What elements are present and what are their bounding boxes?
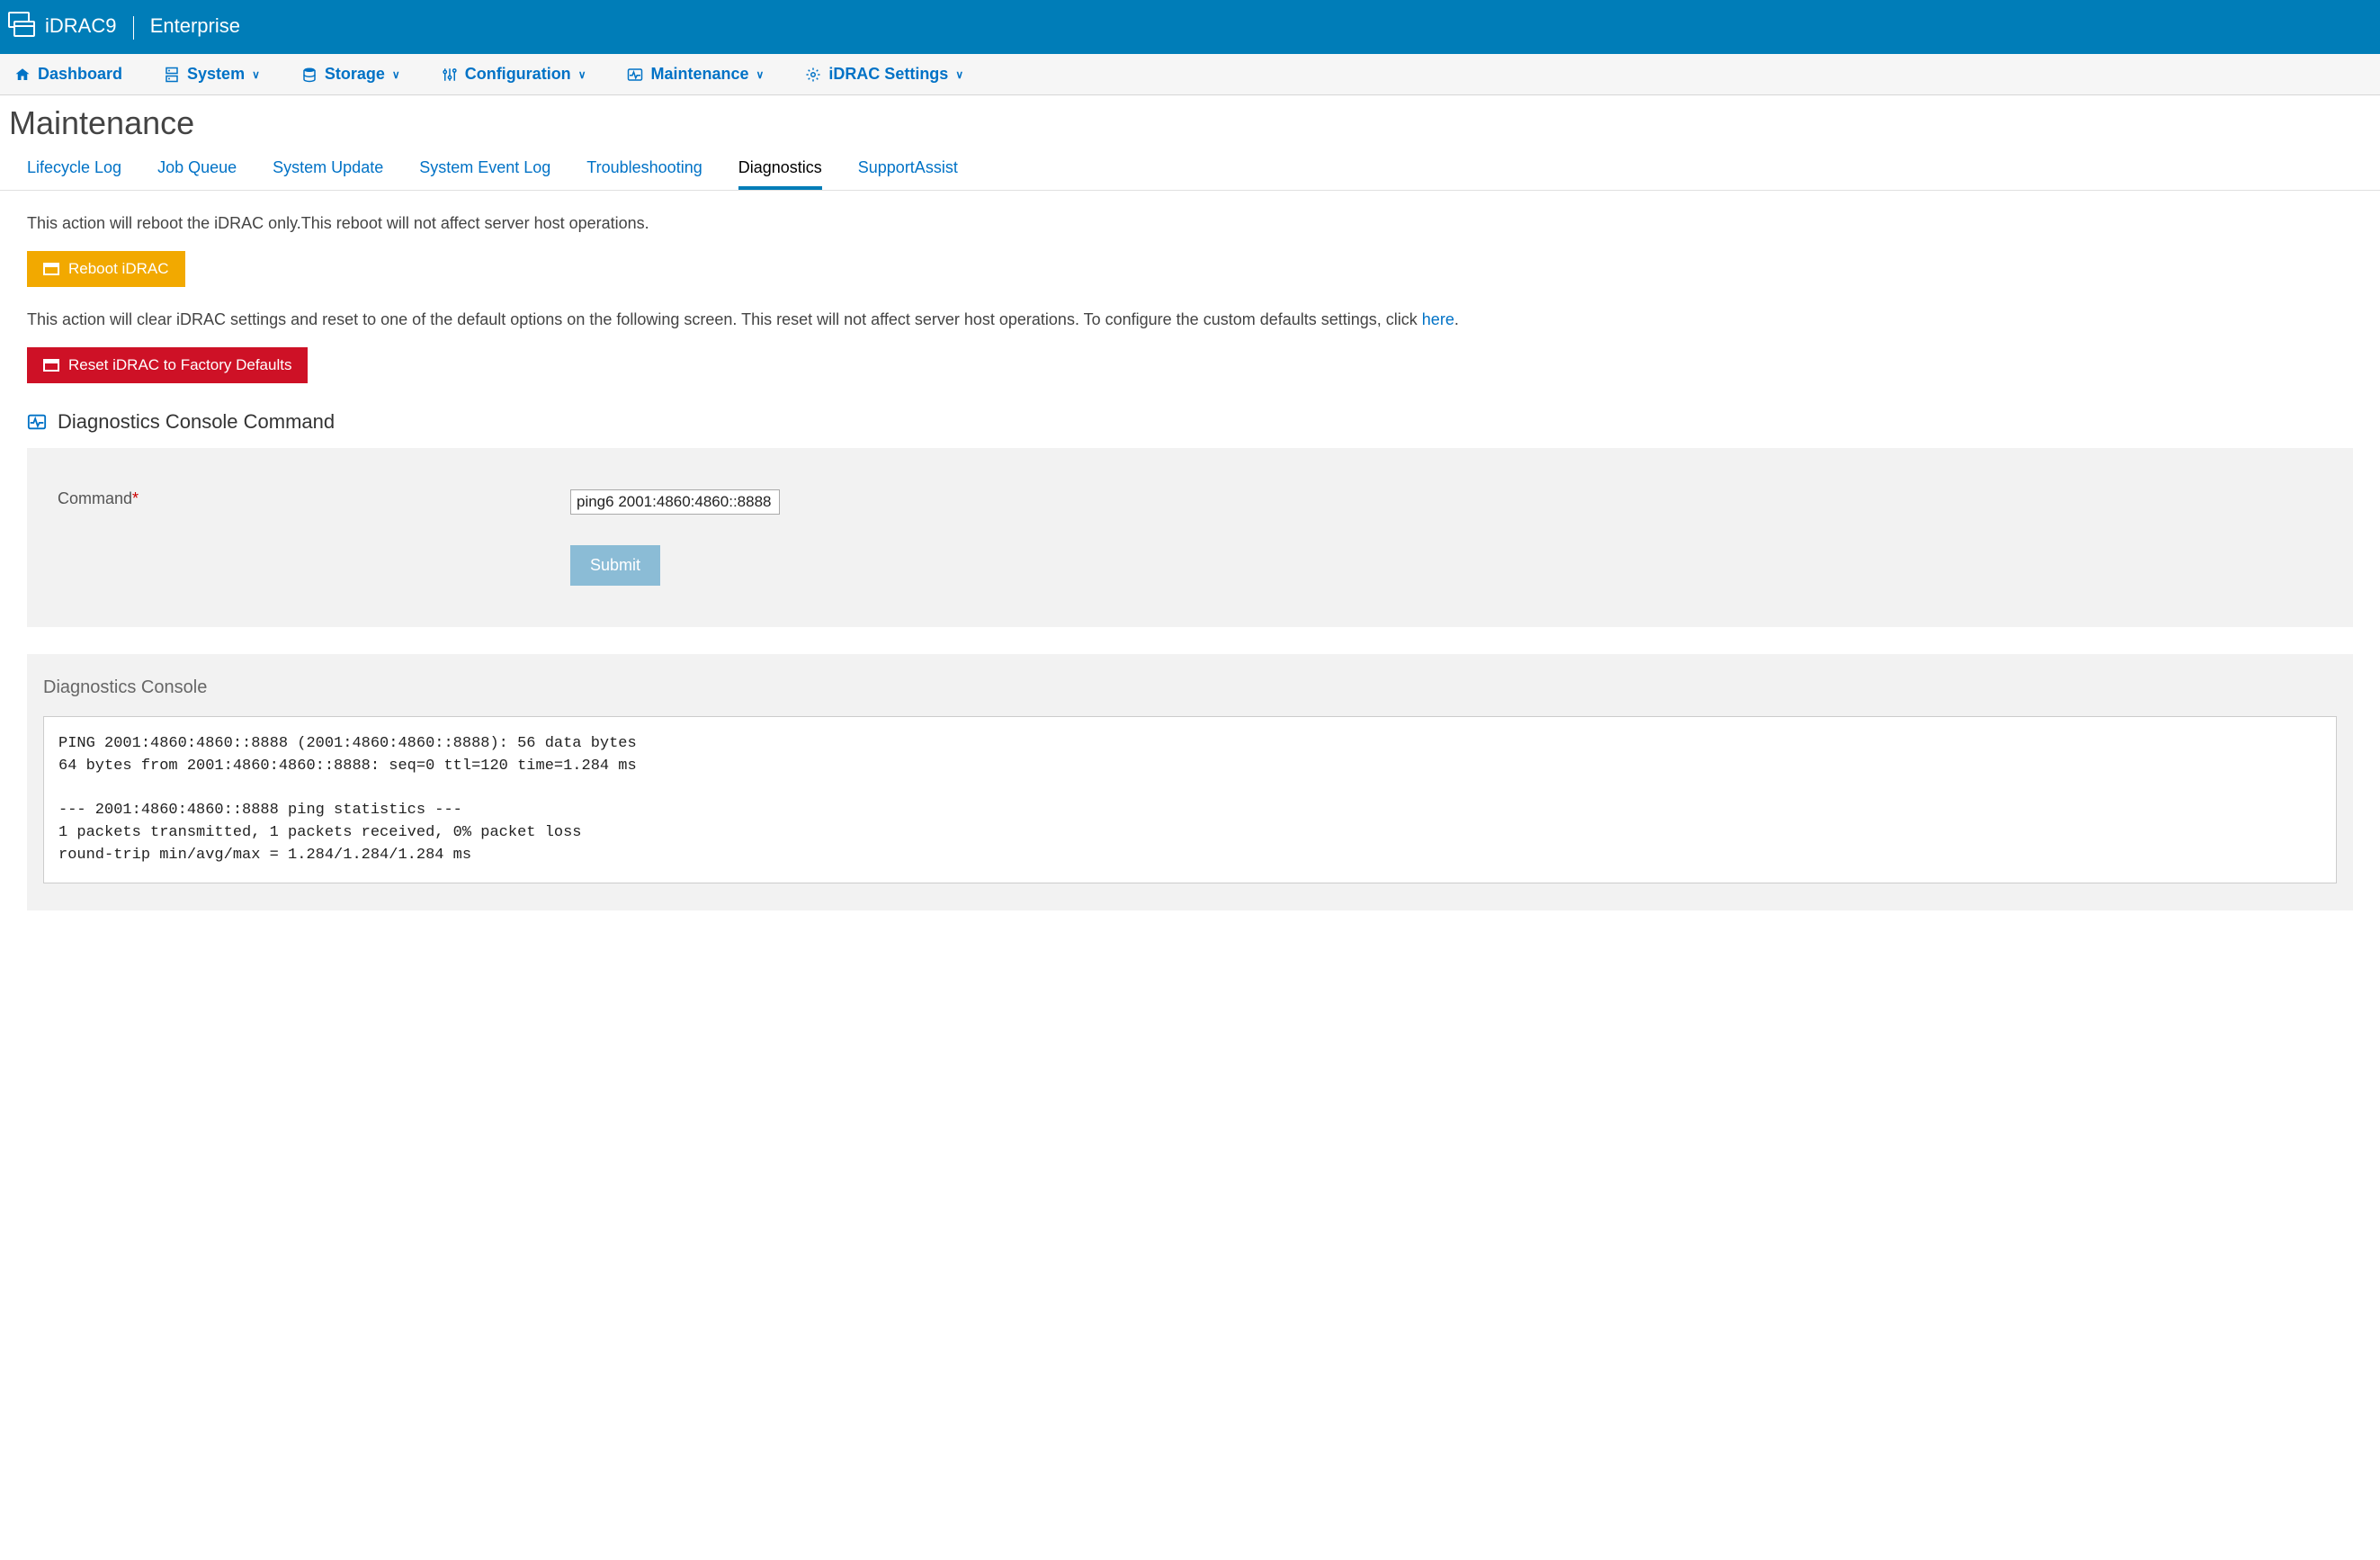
chevron-down-icon: ∨ [955,68,963,81]
page-title: Maintenance [0,95,2380,158]
reboot-idrac-button-label: Reboot iDRAC [68,260,169,278]
gear-icon [805,67,821,83]
nav-idrac-settings[interactable]: iDRAC Settings ∨ [805,65,963,84]
brand-edition: Enterprise [150,14,240,37]
required-asterisk: * [132,489,139,507]
nav-dashboard[interactable]: Dashboard [14,65,122,84]
nav-system[interactable]: System ∨ [164,65,260,84]
main-nav: Dashboard System ∨ Storage ∨ Configura [0,54,2380,95]
command-label-text: Command [58,489,132,507]
nav-storage[interactable]: Storage ∨ [301,65,400,84]
nav-configuration-label: Configuration [465,65,571,84]
command-panel: Command* Submit [27,448,2353,627]
command-label: Command* [58,489,570,508]
console-output-text: PING 2001:4860:4860::8888 (2001:4860:486… [43,716,2337,883]
top-bar: iDRAC9 Enterprise [0,0,2380,54]
submit-button[interactable]: Submit [570,545,660,586]
server-icon [164,67,180,83]
heartbeat-icon [627,67,643,83]
nav-dashboard-label: Dashboard [38,65,122,84]
reset-idrac-button[interactable]: Reset iDRAC to Factory Defaults [27,347,308,383]
diagnostics-command-header: Diagnostics Console Command [27,410,2353,434]
command-input[interactable] [570,489,780,515]
brand-text: iDRAC9 Enterprise [45,14,240,39]
tab-lifecycle-log[interactable]: Lifecycle Log [27,158,121,190]
chevron-down-icon: ∨ [756,68,765,81]
nav-idrac-settings-label: iDRAC Settings [828,65,948,84]
brand-separator [133,16,134,40]
heartbeat-icon [27,412,47,432]
chevron-down-icon: ∨ [252,68,260,81]
window-icon [43,359,59,372]
tab-strip: Lifecycle Log Job Queue System Update Sy… [0,158,2380,191]
window-icon [43,263,59,275]
database-icon [301,67,318,83]
console-output-title: Diagnostics Console [43,677,2337,698]
reset-idrac-button-label: Reset iDRAC to Factory Defaults [68,356,291,374]
reboot-info: This action will reboot the iDRAC only.T… [27,212,2353,235]
chevron-down-icon: ∨ [578,68,586,81]
tab-system-update[interactable]: System Update [273,158,383,190]
reset-info-prefix: This action will clear iDRAC settings an… [27,310,1422,328]
nav-configuration[interactable]: Configuration ∨ [442,65,586,84]
nav-maintenance-label: Maintenance [650,65,748,84]
nav-system-label: System [187,65,245,84]
reset-info-suffix: . [1454,310,1459,328]
reset-info: This action will clear iDRAC settings an… [27,309,2353,331]
diagnostics-command-title: Diagnostics Console Command [58,410,335,434]
tab-diagnostics[interactable]: Diagnostics [738,158,822,190]
tab-system-event-log[interactable]: System Event Log [419,158,550,190]
chevron-down-icon: ∨ [392,68,400,81]
tab-supportassist[interactable]: SupportAssist [858,158,958,190]
sliders-icon [442,67,458,83]
brand-product: iDRAC9 [45,14,116,37]
home-icon [14,67,31,83]
tab-troubleshooting[interactable]: Troubleshooting [586,158,702,190]
window-icon [7,11,45,44]
nav-storage-label: Storage [325,65,385,84]
nav-maintenance[interactable]: Maintenance ∨ [627,65,764,84]
tab-job-queue[interactable]: Job Queue [157,158,237,190]
console-output-panel: Diagnostics Console PING 2001:4860:4860:… [27,654,2353,910]
reboot-idrac-button[interactable]: Reboot iDRAC [27,251,185,287]
tab-content: This action will reboot the iDRAC only.T… [0,191,2380,932]
reset-here-link[interactable]: here [1422,310,1454,328]
